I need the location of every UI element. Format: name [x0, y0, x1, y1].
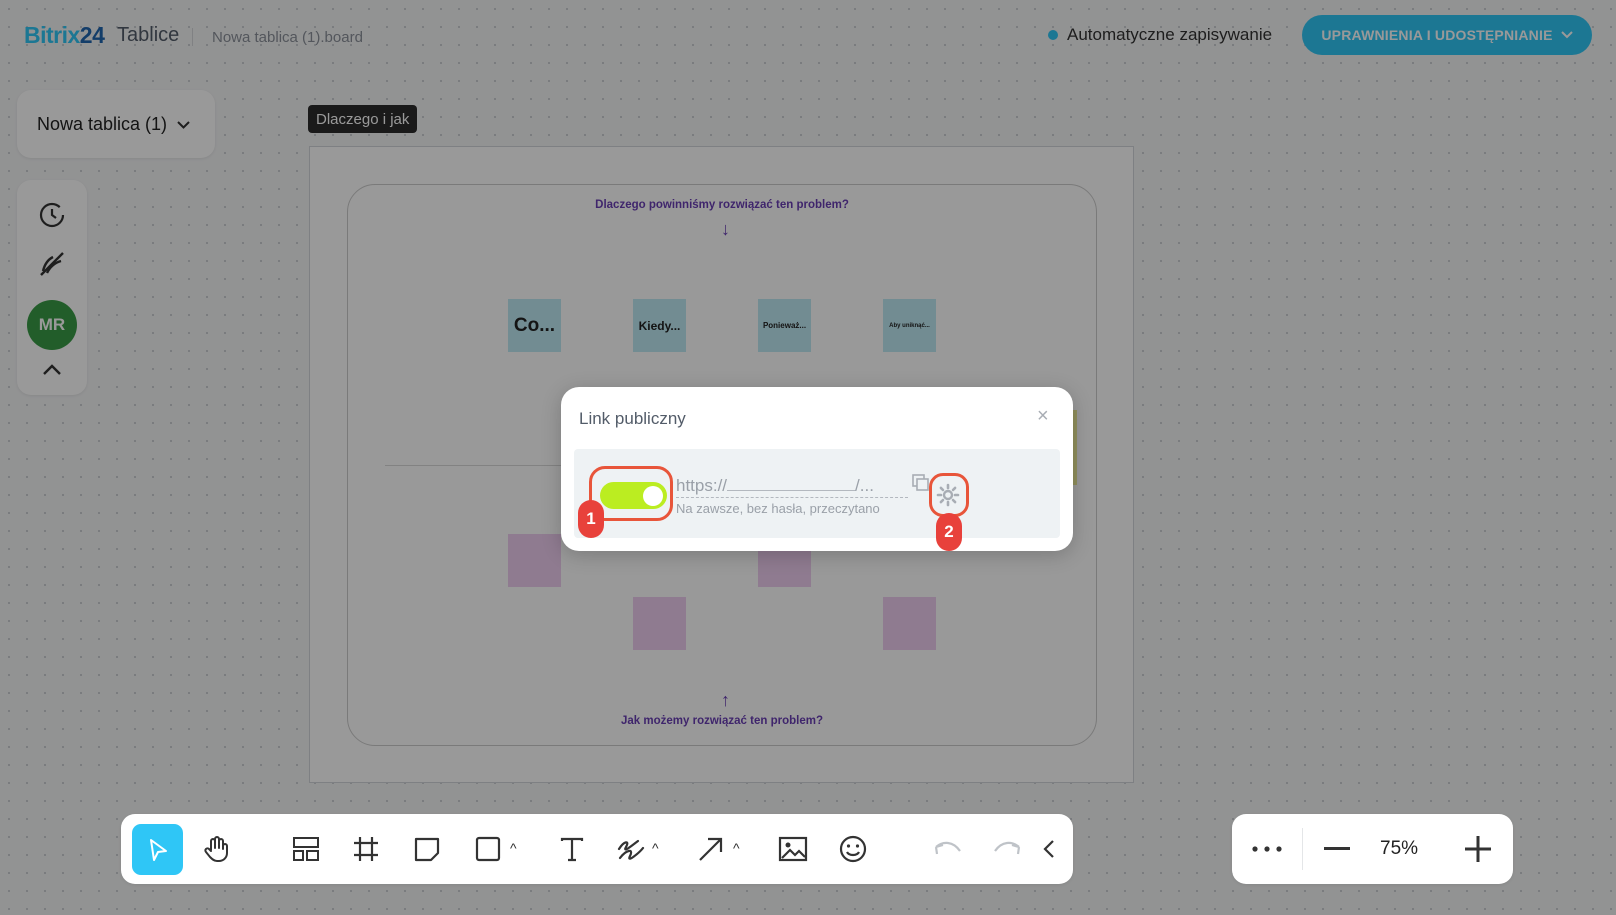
hand-icon[interactable] [200, 832, 234, 866]
text-icon[interactable] [555, 832, 589, 866]
highlight-settings [929, 473, 969, 517]
divider [1302, 828, 1303, 870]
undo-icon[interactable] [931, 832, 965, 866]
dialog-title: Link publiczny [579, 409, 686, 428]
arrow-icon[interactable] [694, 832, 728, 866]
bottom-toolbar: ^ ^ ^ [121, 814, 1073, 884]
step-badge: 1 [578, 500, 604, 538]
chevron-up-icon[interactable]: ^ [652, 840, 659, 856]
link-settings-summary: Na zawsze, bez hasła, przeczytano [676, 501, 880, 516]
chevron-up-icon[interactable]: ^ [510, 840, 517, 856]
link-panel: https:///... Na zawsze, bez hasła, przec… [574, 449, 1060, 551]
pen-icon[interactable] [614, 832, 648, 866]
chevron-up-icon[interactable]: ^ [733, 840, 740, 856]
template-icon[interactable] [289, 832, 323, 866]
zoom-level[interactable]: 75% [1380, 838, 1418, 860]
redo-icon[interactable] [990, 832, 1024, 866]
select-icon[interactable] [132, 824, 183, 875]
more-options-icon[interactable] [1250, 832, 1284, 866]
sticky-note-icon[interactable] [410, 832, 444, 866]
zoom-panel: 75% [1232, 814, 1513, 884]
image-icon[interactable] [776, 832, 810, 866]
copy-icon[interactable] [911, 473, 931, 493]
shape-icon[interactable] [471, 832, 505, 866]
step-badge: 2 [936, 513, 962, 551]
zoom-in-icon[interactable] [1461, 832, 1495, 866]
zoom-out-icon[interactable] [1320, 832, 1354, 866]
public-link-url[interactable]: https:///... [676, 475, 908, 498]
public-link-dialog: Link publiczny × https:///... Na zawsze,… [561, 387, 1073, 551]
collapse-icon[interactable] [1032, 832, 1066, 866]
close-icon[interactable]: × [1037, 405, 1049, 428]
frame-icon[interactable] [349, 832, 383, 866]
emoji-icon[interactable] [836, 832, 870, 866]
